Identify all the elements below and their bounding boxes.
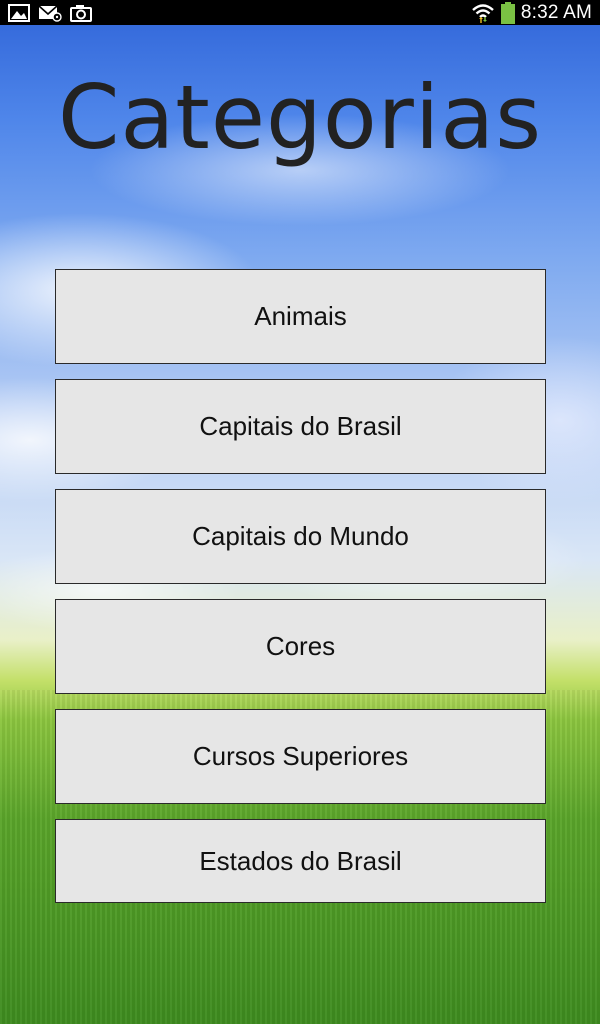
category-list: Animais Capitais do Brasil Capitais do M… <box>55 269 546 903</box>
category-button-capitais-do-mundo[interactable]: Capitais do Mundo <box>55 489 546 584</box>
category-button-estados-do-brasil[interactable]: Estados do Brasil <box>55 819 546 903</box>
category-button-animais[interactable]: Animais <box>55 269 546 364</box>
wifi-icon <box>471 2 495 24</box>
email-icon <box>38 4 62 22</box>
status-bar: 8:32 AM <box>0 0 600 25</box>
notification-icons <box>0 3 92 22</box>
system-icons: 8:32 AM <box>471 1 600 24</box>
clock-time: 8:32 AM <box>520 1 592 23</box>
image-icon <box>8 3 30 22</box>
category-button-capitais-do-brasil[interactable]: Capitais do Brasil <box>55 379 546 474</box>
battery-icon <box>500 1 515 24</box>
category-button-cores[interactable]: Cores <box>55 599 546 694</box>
camera-icon <box>70 4 92 22</box>
page-title: Categorias <box>57 66 543 169</box>
category-button-cursos-superiores[interactable]: Cursos Superiores <box>55 709 546 804</box>
